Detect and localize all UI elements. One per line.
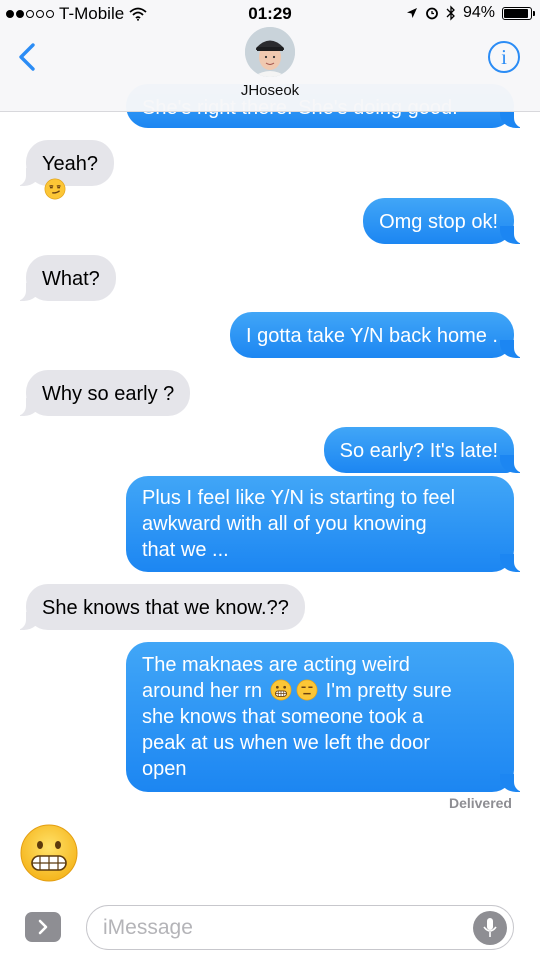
location-arrow-icon [406, 8, 417, 18]
status-right: 94% [406, 4, 535, 22]
battery-level [504, 8, 529, 18]
status-bar: T-Mobile 01:29 94% [0, 0, 540, 28]
message-bubble-received[interactable]: Why so early ? [11, 370, 191, 416]
message-bubble-sent[interactable]: So early? It's late! [323, 427, 529, 473]
info-icon[interactable]: i [488, 41, 520, 73]
grimacing-face-icon [270, 679, 292, 701]
message-text: I gotta take Y/N back home . [246, 325, 498, 347]
smirking-face-icon [44, 178, 66, 200]
message-text-content: Yeah? [42, 153, 98, 175]
avatar-photo [245, 27, 295, 77]
contact-name[interactable]: JHoseok [0, 82, 540, 99]
message-text: So early? It's late! [339, 440, 498, 462]
grimacing-face-icon[interactable] [19, 823, 79, 883]
imessage-input[interactable] [86, 905, 514, 950]
message-bubble-sent[interactable]: Plus I feel like Y/N is starting to feel… [126, 476, 528, 572]
message-text: Plus I feel like Y/N is starting to feel… [142, 487, 456, 561]
chevron-left-icon[interactable] [14, 42, 40, 72]
info-symbol: i [501, 44, 507, 69]
microphone-glyph [483, 918, 497, 937]
battery-icon [502, 6, 535, 20]
alarm-clock-icon [426, 7, 438, 20]
message-text: Yeah? [42, 153, 98, 201]
message-thread: She's right there. She's doing good. Yea… [0, 0, 540, 895]
message-bubble-sent[interactable]: The maknaes are acting weird around her … [126, 642, 528, 792]
message-bubble-received[interactable]: What? [12, 255, 116, 301]
message-text: She knows that we know.?? [42, 597, 289, 619]
microphone-icon[interactable] [473, 911, 507, 945]
compose-bar [0, 896, 540, 960]
delivered-status: Delivered [448, 795, 512, 811]
message-text: What? [42, 268, 100, 290]
expand-apps-button[interactable] [25, 912, 61, 942]
message-bubble-received[interactable]: She knows that we know.?? [12, 584, 305, 630]
battery-percentage: 94% [462, 4, 495, 21]
chevron-right-icon [38, 919, 48, 935]
expressionless-face-icon [296, 679, 318, 701]
bluetooth-icon [446, 5, 455, 21]
message-bubble-sent[interactable]: I gotta take Y/N back home . [230, 312, 528, 358]
message-text: The maknaes are acting weird around her … [142, 654, 452, 780]
avatar[interactable] [245, 27, 295, 77]
message-bubble-sent[interactable]: Omg stop ok! [363, 198, 528, 244]
message-text: Why so early ? [42, 383, 175, 405]
message-bubble-received[interactable]: Yeah? [12, 140, 114, 200]
message-text: Omg stop ok! [379, 211, 498, 233]
